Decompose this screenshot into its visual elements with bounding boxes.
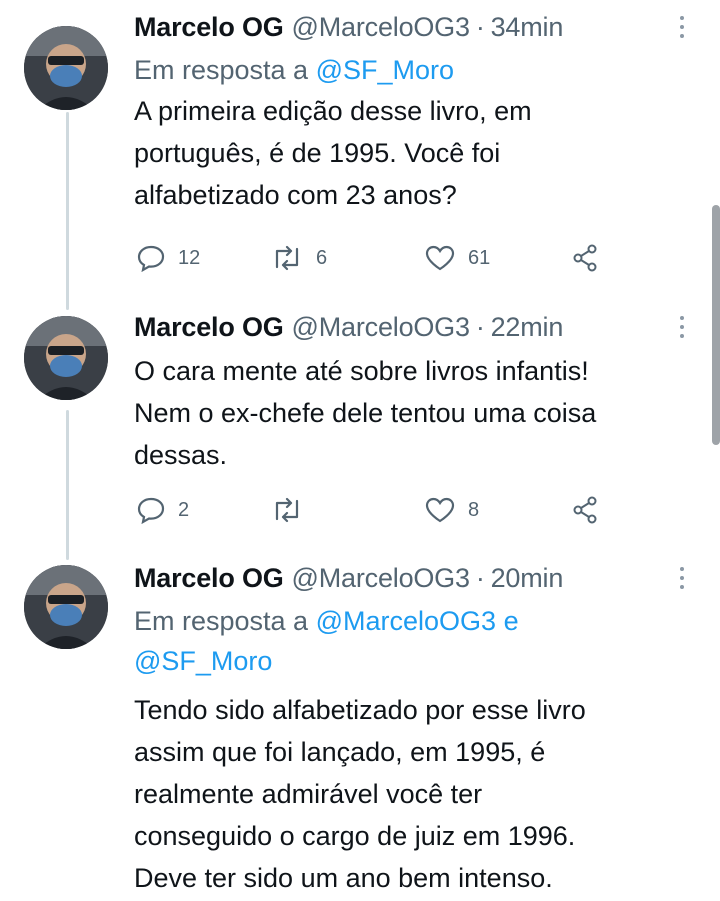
tweet-text: A primeira edição desse livro, em portug…: [134, 90, 692, 216]
tweet-text-line: dessas.: [134, 440, 228, 470]
reply-button[interactable]: 2: [136, 490, 189, 530]
like-icon: [425, 245, 455, 271]
tweet-text: O cara mente até sobre livros infantis! …: [134, 350, 692, 476]
tweet-text-line: conseguido o cargo de juiz em 1996.: [134, 821, 576, 851]
reply-context: Em resposta a @MarceloOG3 e @SF_Moro: [134, 601, 692, 681]
avatar[interactable]: [24, 26, 108, 110]
tweet-text-line: Deve ter sido um ano bem intenso.: [134, 863, 553, 893]
like-count: 61: [468, 246, 491, 269]
tweet-text-line: O cara mente até sobre livros infantis!: [134, 356, 589, 386]
reply-prefix: Em resposta a: [134, 606, 309, 636]
author-handle[interactable]: @MarceloOG3: [292, 12, 470, 43]
reply-icon: [137, 497, 165, 525]
tweet[interactable]: Marcelo OG @MarceloOG3 · 34min Em respos…: [0, 4, 720, 294]
avatar[interactable]: [24, 316, 108, 400]
retweet-count: 6: [316, 246, 328, 269]
reply-prefix: Em resposta a: [134, 55, 309, 85]
avatar[interactable]: [24, 565, 108, 649]
author-handle[interactable]: @MarceloOG3: [292, 563, 470, 594]
tweet-text-line: A primeira edição desse livro, em: [134, 96, 532, 126]
separator: ·: [475, 562, 485, 593]
mention-link[interactable]: @SF_Moro: [316, 55, 454, 85]
like-button[interactable]: 61: [424, 238, 490, 278]
reply-icon: [137, 245, 165, 273]
reply-context: Em resposta a @SF_Moro: [134, 50, 692, 90]
reply-connector: e: [503, 606, 519, 636]
like-count: 8: [468, 498, 480, 521]
separator: ·: [475, 11, 485, 42]
tweet-text-line: Tendo sido alfabetizado por esse livro: [134, 695, 586, 725]
more-icon[interactable]: [672, 12, 692, 42]
author-name[interactable]: Marcelo OG: [134, 12, 284, 43]
like-button[interactable]: 8: [424, 490, 479, 530]
author-name[interactable]: Marcelo OG: [134, 312, 284, 343]
tweet-text-line: Nem o ex-chefe dele tentou uma coisa: [134, 398, 597, 428]
like-icon: [425, 497, 455, 523]
timestamp[interactable]: 20min: [491, 563, 564, 594]
tweet-text-line: português, é de 1995. Você foi: [134, 138, 501, 168]
more-icon[interactable]: [672, 312, 692, 342]
reply-button[interactable]: 12: [136, 238, 200, 278]
tweet-text-line: assim que foi lançado, em 1995, é: [134, 737, 546, 767]
mention-link[interactable]: @MarceloOG3: [316, 606, 496, 636]
tweet-text-line: realmente admirável você ter: [134, 779, 483, 809]
more-icon[interactable]: [672, 563, 692, 593]
tweet[interactable]: Marcelo OG @MarceloOG3 · 20min Em respos…: [0, 555, 720, 901]
tweet-text: Tendo sido alfabetizado por esse livro a…: [134, 689, 692, 899]
author-name[interactable]: Marcelo OG: [134, 563, 284, 594]
reply-count: 12: [178, 246, 201, 269]
scrollbar[interactable]: [712, 205, 720, 445]
retweet-icon: [275, 497, 299, 523]
retweet-button[interactable]: 6: [270, 238, 327, 278]
action-bar: 2 8: [134, 490, 692, 530]
share-icon: [573, 244, 597, 272]
tweet-text-line: alfabetizado com 23 anos?: [134, 180, 457, 210]
tweet[interactable]: Marcelo OG @MarceloOG3 · 22min O cara me…: [0, 304, 720, 544]
share-button[interactable]: [570, 490, 600, 530]
mention-link[interactable]: @SF_Moro: [134, 646, 272, 676]
timestamp[interactable]: 34min: [491, 12, 564, 43]
action-bar: 12 6 61: [134, 238, 692, 278]
share-button[interactable]: [570, 238, 600, 278]
separator: ·: [475, 311, 485, 342]
share-icon: [573, 496, 597, 524]
retweet-icon: [275, 245, 299, 271]
retweet-button[interactable]: [270, 490, 316, 530]
reply-count: 2: [178, 498, 190, 521]
timestamp[interactable]: 22min: [491, 312, 564, 343]
author-handle[interactable]: @MarceloOG3: [292, 312, 470, 343]
